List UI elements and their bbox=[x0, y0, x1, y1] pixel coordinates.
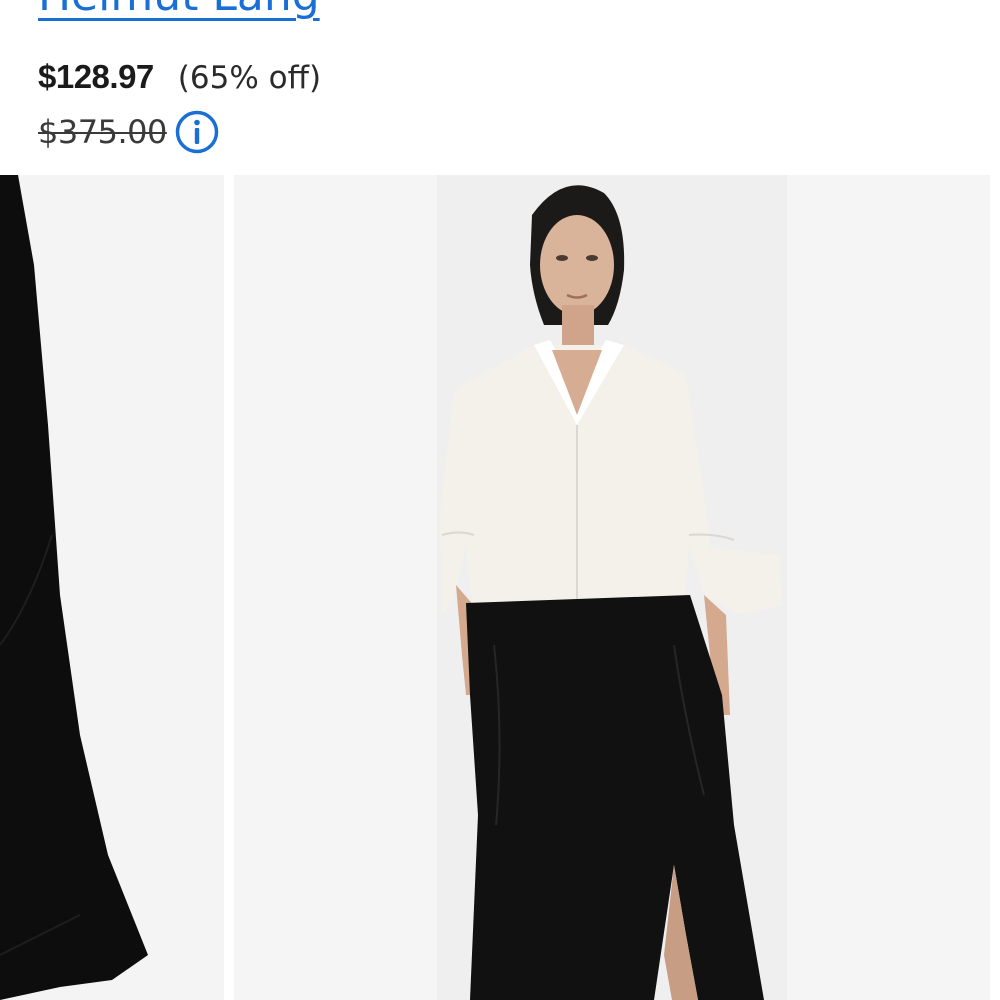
product-photo-model[interactable] bbox=[234, 175, 990, 1000]
info-circle-icon[interactable] bbox=[175, 110, 219, 154]
brand-link[interactable]: Helmut Lang bbox=[38, 0, 320, 21]
product-image-gallery bbox=[0, 175, 1000, 1000]
product-photo-flatlay[interactable] bbox=[0, 175, 224, 1000]
original-price-row: $375.00 bbox=[38, 110, 219, 154]
price-row: $128.97 (65% off) bbox=[38, 58, 321, 96]
discount-percent: (65% off) bbox=[177, 60, 322, 96]
original-price: $375.00 bbox=[38, 113, 167, 151]
product-detail-page: Helmut Lang $128.97 (65% off) $375.00 bbox=[0, 0, 1000, 1000]
current-price: $128.97 bbox=[38, 58, 154, 95]
